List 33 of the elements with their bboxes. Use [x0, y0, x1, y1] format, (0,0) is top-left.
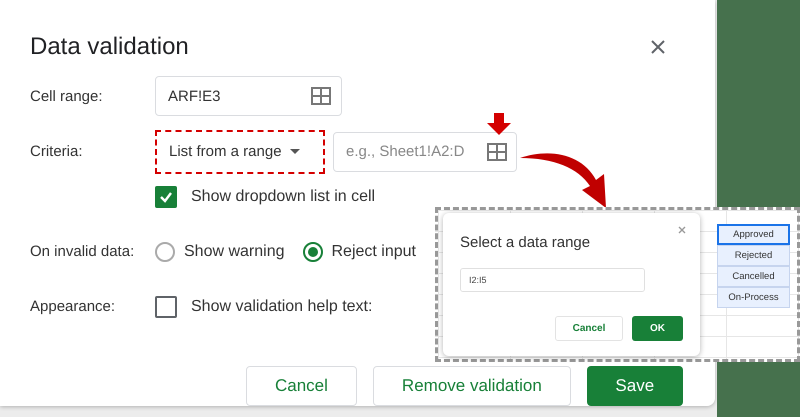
field-label: Appearance:	[30, 298, 116, 316]
table-cell[interactable]: Rejected	[717, 245, 790, 266]
dialog-title: Select a data range	[460, 234, 590, 251]
radio-button[interactable]	[302, 242, 322, 262]
input-field[interactable]: I2:I5	[460, 268, 645, 292]
grid-icon[interactable]	[487, 142, 507, 161]
dialog-button[interactable]: Cancel	[246, 366, 357, 406]
table-cell[interactable]: Approved	[717, 224, 790, 245]
ok-button[interactable]: OK	[632, 316, 683, 341]
field-label: Cell range:	[30, 88, 104, 105]
checkbox[interactable]	[155, 296, 177, 318]
radio-button[interactable]	[155, 242, 175, 262]
dialog-button[interactable]: Remove validation	[372, 366, 571, 406]
close-icon[interactable]	[678, 226, 686, 234]
radio-label: Reject input	[332, 242, 416, 261]
cancel-button[interactable]: Cancel	[555, 316, 623, 341]
field-label: On invalid data:	[30, 243, 136, 260]
caret-icon	[290, 149, 300, 154]
close-icon[interactable]	[651, 40, 665, 54]
checkbox-label: Show dropdown list in cell	[191, 188, 376, 206]
checkbox-label: Show validation help text:	[191, 298, 372, 316]
input-field[interactable]: ARF!E3	[155, 76, 342, 116]
save-button[interactable]: Save	[586, 366, 683, 406]
dialog-title: Data validation	[30, 32, 189, 61]
table-cell[interactable]: On-Process	[717, 287, 790, 308]
checkbox[interactable]	[155, 186, 177, 208]
arrow-icon	[487, 113, 511, 135]
radio-label: Show warning	[184, 242, 284, 261]
table-cell[interactable]: Cancelled	[717, 266, 790, 287]
criteria-dropdown[interactable]: List from a range	[155, 130, 325, 174]
field-label: Criteria:	[30, 143, 84, 160]
grid-icon[interactable]	[311, 87, 331, 106]
input-field[interactable]: e.g., Sheet1!A2:D	[333, 132, 517, 172]
